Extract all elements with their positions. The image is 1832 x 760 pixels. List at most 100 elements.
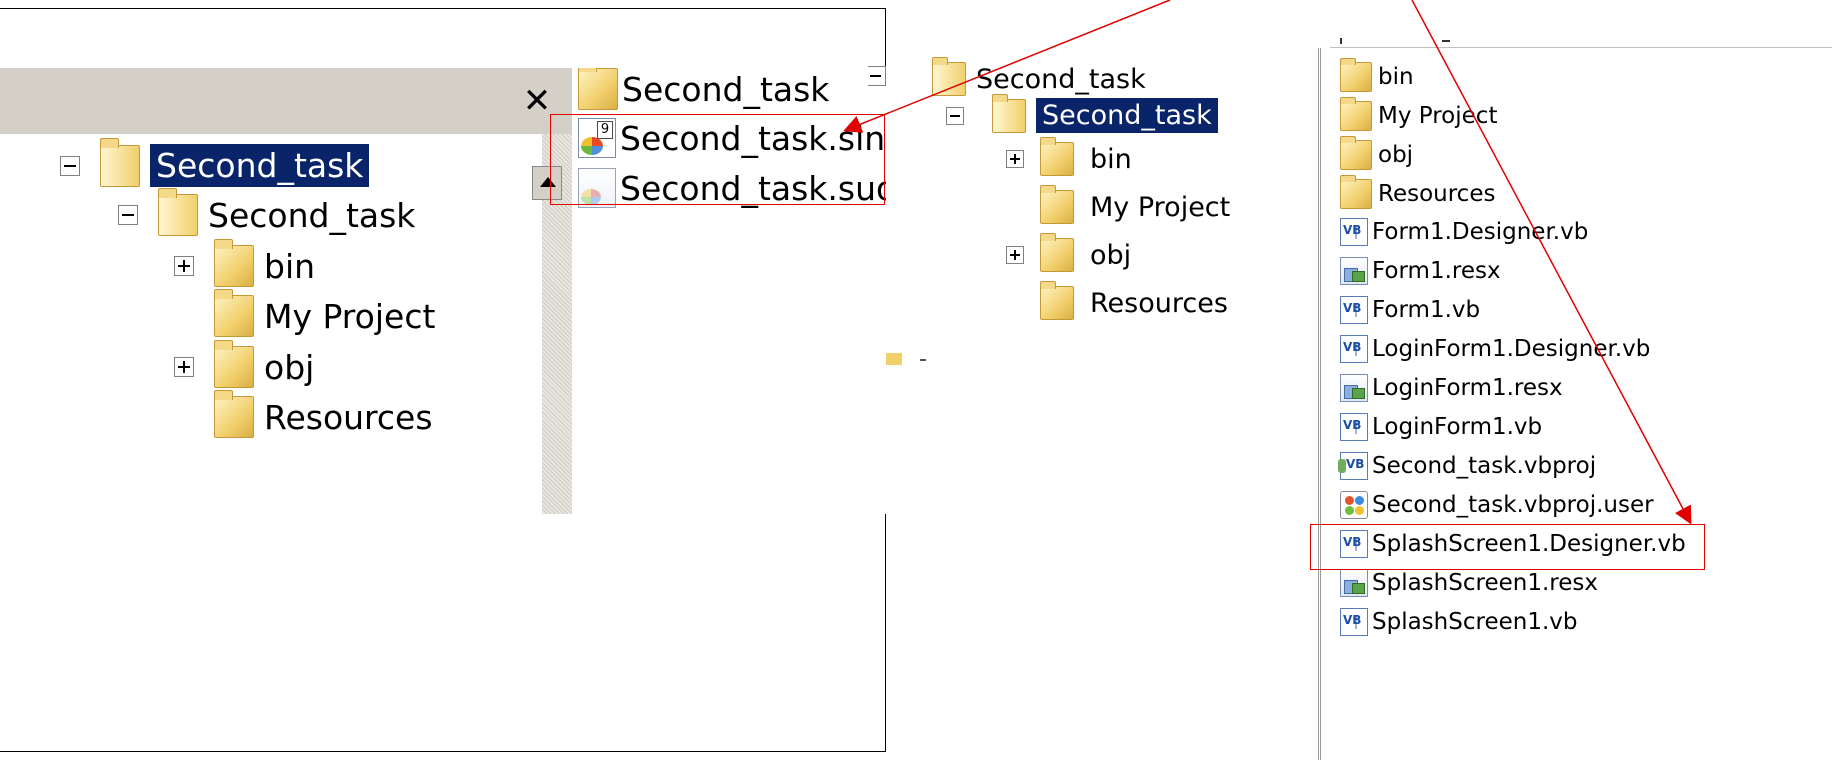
folder-open-icon [158,187,198,236]
expand-icon[interactable] [174,256,194,276]
file-item-label: Resources [1378,181,1496,207]
folder-icon [1040,185,1074,224]
tree-item-label: Resources [264,397,433,437]
file-item-label: Second_task.vbproj.user [1372,492,1654,518]
file-item-label: bin [1378,64,1414,90]
file-item-label: SplashScreen1.resx [1372,570,1598,596]
file-item-label: Form1.vb [1372,297,1481,323]
file-item-vb[interactable]: Form1.vb [1340,296,1480,324]
file-item-resx[interactable]: Form1.resx [1340,257,1501,285]
vbproj-file-icon [1338,452,1368,480]
collapse-icon[interactable] [868,66,886,86]
tree-item-obj[interactable]: obj [1006,233,1132,272]
file-item-label: My Project [1378,103,1498,129]
file-item-label: obj [1378,142,1414,168]
expand-icon[interactable] [1006,246,1024,264]
file-item-folder[interactable]: bin [1340,57,1414,92]
tree-item-bin[interactable]: bin [174,238,316,287]
file-item-folder[interactable]: Second_task [578,68,829,110]
column-tick [1340,38,1342,44]
folder-icon [214,339,254,388]
tree-item-resources[interactable]: Resources [1040,281,1228,320]
folder-open-icon [932,57,966,96]
tree-item-label: Second_task [1036,98,1218,133]
tree-item-label: Resources [1090,287,1228,319]
folder-icon [1340,57,1372,92]
file-item-label: LoginForm1.Designer.vb [1372,336,1651,362]
user-file-icon [1340,491,1368,519]
tree-item-my-project[interactable]: My Project [214,288,436,337]
tree-item-label: Second_task [976,63,1146,95]
file-item-vb[interactable]: LoginForm1.Designer.vb [1340,335,1650,363]
highlight-box-sln [550,114,885,205]
collapse-icon[interactable] [946,106,964,125]
folder-icon [1340,96,1372,131]
file-item-label: LoginForm1.resx [1372,375,1563,401]
tree-item-my-project[interactable]: My Project [1040,185,1231,224]
file-item-user[interactable]: Second_task.vbproj.user [1340,491,1654,519]
folder-icon [886,353,902,365]
vb-file-icon [1340,608,1368,636]
expand-icon[interactable] [1006,150,1024,168]
folder-open-icon [100,138,140,187]
collapse-icon[interactable] [118,205,138,225]
tree-item-obj[interactable]: obj [174,339,314,388]
file-item-label: SplashScreen1.vb [1372,609,1578,635]
folder-icon [1040,233,1074,272]
file-item-label: Second_task.vbproj [1372,453,1597,479]
folder-icon [1040,281,1074,320]
tree-item-second-task-root[interactable]: Second_task [60,138,370,187]
tree-item-second-task[interactable]: Second_task [118,187,416,236]
tree-item-second-task[interactable]: Second_task [946,93,1218,133]
tree-item-second-task-root[interactable]: Second_task [932,57,1146,96]
column-tick [1442,40,1450,42]
folder-tree: Second_task Second_task bin My Project o… [0,134,542,514]
folder-icon [1340,135,1372,170]
collapse-icon[interactable] [60,155,80,176]
pane-splitter[interactable] [1318,48,1328,760]
tree-item-label: My Project [1090,191,1231,223]
tree-item-label: bin [1090,143,1132,175]
file-item-label: LoginForm1.vb [1372,414,1543,440]
tree-item-label: bin [264,246,316,286]
tree-item-resources[interactable]: Resources [214,389,433,438]
highlight-box-vbproj [1310,524,1705,570]
folder-open-icon [992,93,1026,133]
file-item-vbproj[interactable]: Second_task.vbproj [1338,452,1597,480]
folder-icon [1340,174,1372,209]
folders-pane-header [0,68,572,134]
tree-item-label: My Project [264,296,436,336]
folder-icon [1040,137,1074,176]
resx-file-icon [1340,374,1368,402]
expand-icon[interactable] [174,357,194,377]
file-item-vb[interactable]: Form1.Designer.vb [1340,218,1588,246]
tree-item-label: obj [1090,239,1132,271]
vb-file-icon [1340,218,1368,246]
folder-icon [578,68,618,110]
file-item-resx[interactable]: SplashScreen1.resx [1340,569,1598,597]
file-item-label: Second_task [622,69,830,109]
file-item-label: Form1.resx [1372,258,1501,284]
close-icon[interactable]: ✕ [520,84,554,118]
folder-icon [214,238,254,287]
tree-item-label: Second_task [150,144,370,187]
folder-icon [214,288,254,337]
file-item-resx[interactable]: LoginForm1.resx [1340,374,1563,402]
folder-icon [214,389,254,438]
file-item-vb[interactable]: LoginForm1.vb [1340,413,1542,441]
file-item-folder[interactable]: obj [1340,135,1414,170]
resx-file-icon [1340,257,1368,285]
resx-file-icon [1340,569,1368,597]
file-item-label: Form1.Designer.vb [1372,219,1589,245]
tree-item-bin[interactable]: bin [1006,137,1132,176]
file-item-folder[interactable]: Resources [1340,174,1496,209]
file-item-vb[interactable]: SplashScreen1.vb [1340,608,1577,636]
vb-file-icon [1340,413,1368,441]
partial-label [920,359,926,361]
right-file-list: bin My Project obj Resources Form1.Desig… [1330,48,1832,760]
tree-item-label: Second_task [208,195,416,235]
right-folder-tree: Second_task Second_task bin My Project o… [886,57,1316,364]
vb-file-icon [1340,296,1368,324]
file-item-folder[interactable]: My Project [1340,96,1498,131]
vb-file-icon [1340,335,1368,363]
